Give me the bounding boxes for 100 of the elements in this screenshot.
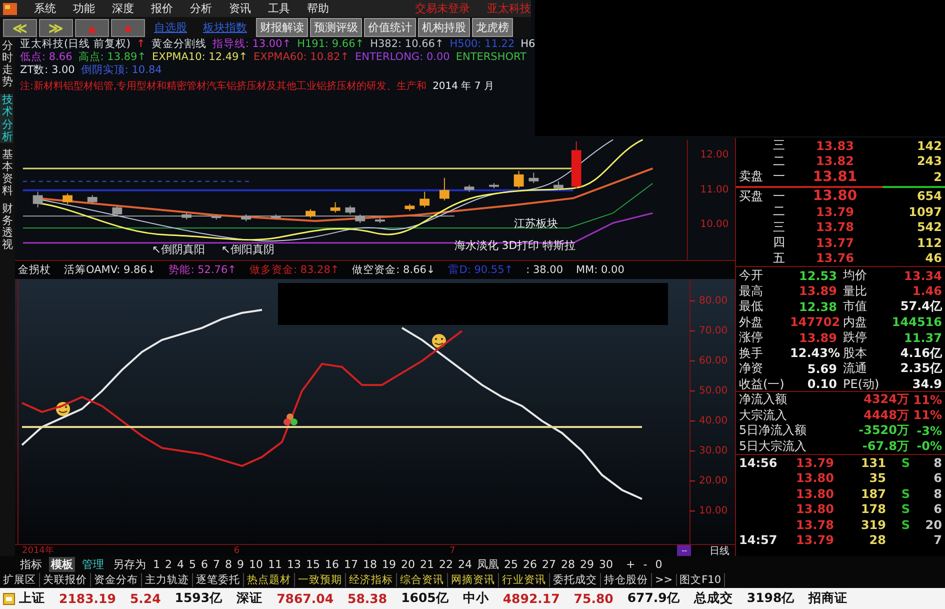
- toolbar-link[interactable]: 板块指数: [196, 20, 254, 35]
- candlestick: [571, 141, 582, 190]
- tick-count: 7: [932, 533, 943, 548]
- book-label: 买盘: [738, 188, 764, 205]
- menu-item[interactable]: 资讯: [229, 1, 251, 16]
- menu-item[interactable]: 深度: [112, 1, 134, 16]
- axis-label: 30.00: [699, 446, 728, 457]
- number-tab[interactable]: 8: [225, 558, 232, 570]
- zoom-control[interactable]: +: [626, 558, 636, 570]
- number-tab[interactable]: 17: [344, 558, 358, 570]
- book-price: 13.83: [815, 138, 855, 153]
- function-tab[interactable]: 扩展区: [0, 573, 40, 587]
- template-tab[interactable]: 管理: [80, 556, 106, 572]
- number-tab[interactable]: 27: [542, 558, 556, 570]
- number-tab[interactable]: 25: [504, 558, 518, 570]
- function-tab[interactable]: 网摘资讯: [448, 573, 499, 587]
- menu-item[interactable]: 工具: [268, 1, 290, 16]
- tick-count: 6: [932, 502, 943, 516]
- number-tab[interactable]: 10: [249, 558, 263, 570]
- number-tab[interactable]: 20: [401, 558, 415, 570]
- function-tab[interactable]: 主力轨迹: [142, 573, 193, 587]
- menu-item[interactable]: 功能: [73, 1, 95, 16]
- side-tab[interactable]: 技术分析: [0, 94, 13, 143]
- toolbar-button[interactable]: 预测评级: [310, 18, 362, 37]
- side-tab[interactable]: 财务透视: [0, 203, 13, 252]
- number-tab[interactable]: 30: [599, 558, 613, 570]
- indicator-label: MM: 0.00: [576, 264, 624, 276]
- zoom-control[interactable]: 0: [655, 558, 662, 570]
- function-tab[interactable]: 持仓股份: [601, 573, 652, 587]
- indicator-label: ENTERLONG: 0.00: [355, 51, 450, 64]
- nav-button[interactable]: ≫: [39, 18, 73, 36]
- market-value: 招商证: [808, 590, 848, 607]
- function-tab[interactable]: >>: [652, 574, 677, 586]
- tick-count: 6: [932, 471, 943, 486]
- number-tab[interactable]: 6: [201, 558, 208, 570]
- side-tab[interactable]: 分时走势: [0, 40, 13, 88]
- number-tab[interactable]: 18: [363, 558, 377, 570]
- scroll-button[interactable]: --: [677, 545, 692, 556]
- zoom-control[interactable]: -: [643, 558, 648, 570]
- indicator-label: H382: 10.66↑: [370, 38, 444, 51]
- nav-button[interactable]: ≪: [3, 18, 37, 36]
- function-tab[interactable]: 热点题材: [244, 573, 295, 587]
- book-label: 卖盘: [738, 168, 764, 186]
- market-value: 7867.04: [276, 591, 334, 606]
- number-tab[interactable]: 2: [165, 558, 172, 570]
- number-tab[interactable]: 7: [213, 558, 220, 570]
- stat-label: 净资: [738, 360, 764, 377]
- toolbar-button[interactable]: 机构持股: [418, 18, 470, 37]
- book-price: 13.78: [815, 220, 855, 234]
- number-tab[interactable]: 26: [523, 558, 537, 570]
- function-tab[interactable]: 图文F10: [676, 573, 726, 587]
- candlestick: [528, 172, 539, 184]
- function-tab[interactable]: 行业资讯: [499, 573, 550, 587]
- number-tab[interactable]: 19: [382, 558, 396, 570]
- function-tab[interactable]: 一致预期: [295, 573, 346, 587]
- candlestick: [87, 195, 98, 205]
- stat-label: 量比: [842, 282, 868, 300]
- stat-label: 收益(一): [738, 376, 786, 392]
- number-tab[interactable]: 4: [177, 558, 184, 570]
- number-tab[interactable]: 15: [306, 558, 320, 570]
- book-volume: 142: [916, 138, 943, 153]
- number-tab[interactable]: 22: [439, 558, 453, 570]
- number-tab[interactable]: 16: [325, 558, 339, 570]
- toolbar-button[interactable]: 龙虎榜: [472, 18, 513, 37]
- smiley-icon: [56, 402, 70, 416]
- number-tab[interactable]: 5: [189, 558, 196, 570]
- flow-amount: 4448万: [862, 406, 909, 424]
- menu-item[interactable]: 帮助: [307, 1, 329, 16]
- number-tab[interactable]: 29: [580, 558, 594, 570]
- template-tab[interactable]: 另存为: [111, 556, 148, 572]
- toolbar-button[interactable]: 财报解读: [256, 18, 308, 37]
- stat-value: 12.38: [798, 300, 838, 314]
- menu-item[interactable]: 系统: [34, 1, 56, 16]
- tick-count: 8: [932, 456, 943, 470]
- function-tab[interactable]: 综合资讯: [397, 573, 448, 587]
- number-tab[interactable]: 21: [420, 558, 434, 570]
- number-tab[interactable]: 24: [458, 558, 472, 570]
- function-tab[interactable]: 经济指标: [346, 573, 397, 587]
- menu-item[interactable]: 报价: [151, 1, 173, 16]
- toolbar-button[interactable]: 价值统计: [364, 18, 416, 37]
- side-tab[interactable]: 基本资料: [0, 148, 13, 198]
- number-tab[interactable]: 13: [287, 558, 301, 570]
- function-tab[interactable]: 关联报价: [40, 573, 91, 587]
- menu-item[interactable]: 分析: [190, 1, 212, 16]
- number-tab[interactable]: 1: [153, 558, 160, 570]
- flow-percent: -3%: [916, 424, 943, 438]
- axis-label: 10.00: [699, 506, 728, 517]
- function-tab[interactable]: 委托成交: [550, 573, 601, 587]
- number-tab[interactable]: 11: [268, 558, 282, 570]
- template-tab[interactable]: 指标: [18, 556, 44, 572]
- number-tab[interactable]: 凤凰: [477, 556, 499, 572]
- period-label[interactable]: 日线: [709, 544, 730, 558]
- function-tab[interactable]: 逐笔委托: [193, 573, 244, 587]
- template-tab[interactable]: 模板: [49, 556, 75, 572]
- function-tab[interactable]: 资金分布: [91, 573, 142, 587]
- number-tab[interactable]: 28: [561, 558, 575, 570]
- indicator-label: H500: 11.22: [450, 38, 515, 51]
- number-tab[interactable]: 9: [237, 558, 244, 570]
- axis-label: 12.00: [700, 150, 729, 161]
- stat-label: 换手: [738, 344, 764, 362]
